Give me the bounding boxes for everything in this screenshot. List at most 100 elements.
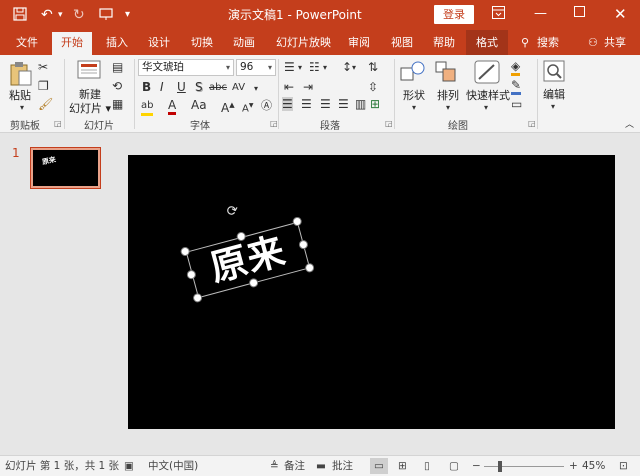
slideshow-view-icon[interactable]: ▢ — [449, 460, 459, 473]
numbering-icon[interactable]: ☷ — [309, 60, 320, 74]
tab-file[interactable]: 文件 — [16, 34, 38, 51]
columns-icon[interactable]: ▥ — [355, 97, 366, 111]
rotate-handle-icon[interactable]: ⟳ — [225, 202, 242, 220]
redo-icon[interactable]: ↻ — [73, 7, 85, 23]
reset-icon[interactable]: ⟲ — [112, 79, 122, 93]
font-color-icon[interactable]: A — [168, 98, 177, 115]
section-icon[interactable]: ▦ — [112, 97, 123, 111]
share-icon[interactable]: ⚇ — [588, 34, 598, 51]
comments-button[interactable]: 批注 — [332, 460, 353, 473]
zoom-out-icon[interactable]: − — [472, 460, 481, 473]
tab-review[interactable]: 审阅 — [348, 34, 370, 51]
chevron-down-icon[interactable]: ▾ — [323, 61, 327, 75]
slideshow-from-start-icon[interactable] — [99, 7, 113, 25]
notes-icon[interactable]: ≜ — [270, 460, 279, 473]
minimize-icon[interactable]: — — [534, 6, 547, 22]
justify-icon[interactable]: ☰ — [338, 97, 349, 111]
align-left-icon[interactable]: ☰ — [282, 97, 293, 111]
slide-canvas[interactable]: 原来 ⟳ — [128, 155, 615, 429]
chevron-down-icon[interactable]: ▾ — [551, 100, 555, 114]
new-slide-icon[interactable] — [77, 60, 101, 85]
selected-textbox[interactable]: 原来 ⟳ — [179, 202, 316, 304]
italic-button[interactable]: I — [160, 80, 164, 94]
chevron-down-icon[interactable]: ▾ — [484, 101, 488, 115]
chevron-down-icon[interactable]: ▾ — [412, 101, 416, 115]
tab-home[interactable]: 开始 — [52, 32, 92, 55]
undo-icon[interactable]: ↶ — [41, 7, 53, 23]
line-spacing-icon[interactable]: ↕ — [342, 60, 352, 74]
resize-handle[interactable] — [304, 262, 316, 274]
align-right-icon[interactable]: ☰ — [320, 97, 331, 111]
shape-effects-icon[interactable]: ▭ — [511, 97, 522, 111]
save-icon[interactable] — [13, 7, 27, 25]
cut-icon[interactable]: ✂ — [38, 60, 48, 74]
highlight-color-icon[interactable]: ab — [141, 99, 154, 116]
grow-font-button[interactable]: A▲ — [221, 98, 235, 115]
find-icon[interactable] — [543, 60, 565, 85]
fit-to-window-icon[interactable]: ⊡ — [619, 460, 628, 473]
undo-dropdown-icon[interactable]: ▾ — [58, 7, 63, 23]
bullets-icon[interactable]: ☰ — [284, 60, 295, 74]
font-size-combo[interactable]: 96 ▾ — [236, 59, 276, 76]
tab-help[interactable]: 帮助 — [433, 34, 455, 51]
align-text-icon[interactable]: ⇳ — [368, 80, 378, 94]
comments-icon[interactable]: ▬ — [316, 460, 326, 473]
layout-icon[interactable]: ▤ — [112, 60, 123, 74]
strikethrough-button[interactable]: abc — [209, 81, 227, 95]
drawing-dialog-launcher-icon[interactable]: ◲ — [528, 119, 536, 128]
ribbon-display-icon[interactable] — [492, 6, 505, 24]
shadow-button[interactable]: S — [195, 80, 203, 94]
slide-text[interactable]: 原来 — [186, 222, 310, 298]
normal-view-icon[interactable]: ▭ — [370, 458, 388, 474]
search-icon[interactable]: ⚲ — [521, 34, 529, 51]
notes-button[interactable]: 备注 — [284, 460, 305, 473]
slide-sorter-icon[interactable]: ⊞ — [398, 460, 407, 473]
zoom-in-icon[interactable]: + — [569, 460, 578, 473]
text-direction-icon[interactable]: ⇅ — [368, 60, 378, 74]
character-spacing-button[interactable]: AV — [232, 81, 245, 95]
zoom-level[interactable]: 45% — [582, 460, 605, 473]
shapes-icon[interactable] — [400, 60, 426, 87]
arrange-icon[interactable] — [434, 60, 458, 87]
shape-fill-icon[interactable]: ◈ — [511, 59, 521, 76]
slide-thumbnail[interactable]: 原来 — [30, 147, 101, 189]
format-painter-icon[interactable]: 🖌 — [38, 97, 53, 111]
increase-indent-icon[interactable]: ⇥ — [303, 80, 313, 94]
copy-icon[interactable]: ❐ — [38, 79, 49, 93]
zoom-slider-thumb[interactable] — [498, 461, 502, 472]
new-slide-label-line2[interactable]: 幻灯片 ▾ — [69, 100, 111, 116]
tab-transitions[interactable]: 切换 — [191, 34, 213, 51]
quick-styles-icon[interactable] — [474, 60, 500, 87]
tab-design[interactable]: 设计 — [148, 34, 170, 51]
collapse-ribbon-icon[interactable]: ︿ — [625, 118, 634, 132]
tab-slideshow[interactable]: 幻灯片放映 — [276, 34, 331, 51]
underline-button[interactable]: U — [177, 80, 186, 94]
maximize-icon[interactable] — [574, 6, 585, 22]
font-dialog-launcher-icon[interactable]: ◲ — [270, 119, 278, 128]
change-case-button[interactable]: Aa — [191, 98, 207, 112]
reading-view-icon[interactable]: ▯ — [424, 460, 430, 473]
smartart-icon[interactable]: ⊞ — [370, 97, 380, 111]
tab-view[interactable]: 视图 — [391, 34, 413, 51]
zoom-slider[interactable] — [484, 461, 564, 472]
clear-formatting-icon[interactable]: Ⓐ — [261, 99, 272, 113]
chevron-down-icon[interactable]: ▾ — [254, 82, 258, 96]
shrink-font-button[interactable]: A▼ — [242, 99, 253, 116]
language-indicator[interactable]: 中文(中国) — [148, 460, 198, 473]
search-label[interactable]: 搜索 — [537, 34, 559, 51]
close-icon[interactable]: ✕ — [614, 6, 627, 22]
tab-animations[interactable]: 动画 — [233, 34, 255, 51]
login-button[interactable]: 登录 — [434, 5, 474, 24]
customize-qat-icon[interactable]: ▾ — [125, 7, 130, 23]
paste-icon[interactable] — [9, 61, 33, 90]
chevron-down-icon[interactable]: ▾ — [446, 101, 450, 115]
font-name-combo[interactable]: 华文琥珀 ▾ — [138, 59, 234, 76]
decrease-indent-icon[interactable]: ⇤ — [284, 80, 294, 94]
share-label[interactable]: 共享 — [604, 34, 626, 51]
chevron-down-icon[interactable]: ▾ — [352, 61, 356, 75]
align-center-icon[interactable]: ☰ — [301, 97, 312, 111]
bold-button[interactable]: B — [142, 80, 151, 94]
tab-insert[interactable]: 插入 — [106, 34, 128, 51]
paste-dropdown-icon[interactable]: ▾ — [20, 101, 24, 115]
paragraph-dialog-launcher-icon[interactable]: ◲ — [385, 119, 393, 128]
